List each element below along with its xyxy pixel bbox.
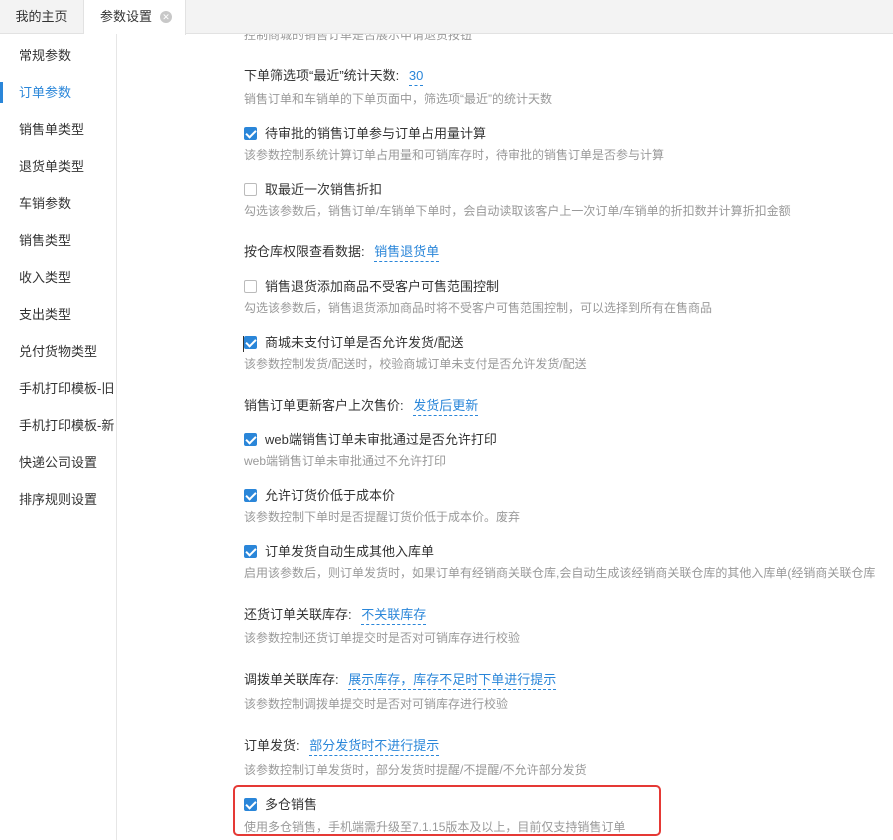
setting-description: 该参数控制发货/配送时，校验商城订单未支付是否允许发货/配送 <box>244 357 587 371</box>
setting-description: 销售订单和车销单的下单页面中，筛选项“最近”的统计天数 <box>244 92 552 106</box>
setting-label: 多仓销售 <box>265 797 318 812</box>
last-price-value[interactable]: 发货后更新 <box>413 398 479 416</box>
return-no-range-checkbox[interactable] <box>244 280 257 293</box>
setting-return-stock: 还货订单关联库存: 不关联库存 <box>244 604 427 625</box>
setting-transfer-stock: 调拨单关联库存: 展示库存，库存不足时下单进行提示 <box>244 669 557 690</box>
sidebar-item-order-params[interactable]: 订单参数 <box>0 74 116 111</box>
setting-label: 商城未支付订单是否允许发货/配送 <box>265 335 464 350</box>
setting-description: 使用多仓销售，手机端需升级至7.1.15版本及以上，目前仅支持销售订单 <box>244 820 626 834</box>
sidebar: 常规参数 订单参数 销售单类型 退货单类型 车销参数 销售类型 收入类型 支出类… <box>0 34 117 840</box>
return-stock-value[interactable]: 不关联库存 <box>361 607 427 625</box>
setting-description: 勾选该参数后，销售订单/车销单下单时，会自动读取该客户上一次订单/车销单的折扣数… <box>244 204 791 218</box>
setting-label: 待审批的销售订单参与订单占用量计算 <box>265 126 487 141</box>
setting-label: 订单发货自动生成其他入库单 <box>265 544 435 559</box>
order-ship-value[interactable]: 部分发货时不进行提示 <box>309 738 440 756</box>
setting-label: 允许订货价低于成本价 <box>265 488 396 503</box>
mall-unpaid-checkbox[interactable] <box>244 336 257 349</box>
multi-warehouse-checkbox[interactable] <box>244 798 257 811</box>
settings-panel: 控制商城的销售订单是否展示申请退货按钮 下单筛选项“最近”统计天数: 30 销售… <box>118 34 893 840</box>
setting-auto-inbound: 订单发货自动生成其他入库单 <box>244 541 434 560</box>
setting-description: 该参数控制订单发货时，部分发货时提醒/不提醒/不允许部分发货 <box>244 763 587 777</box>
setting-label: 订单发货: <box>244 738 300 753</box>
setting-label: 下单筛选项“最近”统计天数: <box>244 68 400 83</box>
pending-occupy-checkbox[interactable] <box>244 127 257 140</box>
setting-description: 该参数控制还货订单提交时是否对可销库存进行校验 <box>244 631 521 645</box>
setting-web-print: web端销售订单未审批通过是否允许打印 <box>244 429 497 448</box>
last-discount-checkbox[interactable] <box>244 183 257 196</box>
sidebar-item-general[interactable]: 常规参数 <box>0 37 116 74</box>
setting-label: 销售订单更新客户上次售价: <box>244 398 404 413</box>
sidebar-item-redeem-goods-type[interactable]: 兑付货物类型 <box>0 333 116 370</box>
tab-params-settings[interactable]: 参数设置 ✕ <box>84 0 186 35</box>
setting-warehouse-view: 按仓库权限查看数据: 销售退货单 <box>244 241 440 262</box>
setting-mall-unpaid: 商城未支付订单是否允许发货/配送 <box>244 332 464 351</box>
setting-label: 调拨单关联库存: <box>244 672 339 687</box>
sidebar-item-expense-type[interactable]: 支出类型 <box>0 296 116 333</box>
setting-label: 还货订单关联库存: <box>244 607 352 622</box>
sidebar-item-mobile-print-old[interactable]: 手机打印模板-旧 <box>0 370 116 407</box>
setting-return-no-range: 销售退货添加商品不受客户可售范围控制 <box>244 276 499 295</box>
setting-label: web端销售订单未审批通过是否允许打印 <box>265 432 497 447</box>
below-cost-checkbox[interactable] <box>244 489 257 502</box>
setting-description: 启用该参数后，则订单发货时，如果订单有经销商关联仓库,会自动生成该经销商关联仓库… <box>244 566 876 580</box>
tab-params-label: 参数设置 <box>100 9 153 24</box>
setting-below-cost: 允许订货价低于成本价 <box>244 485 395 504</box>
setting-description: 该参数控制调拨单提交时是否对可销库存进行校验 <box>244 697 509 711</box>
setting-label: 取最近一次销售折扣 <box>265 182 383 197</box>
auto-inbound-checkbox[interactable] <box>244 545 257 558</box>
tab-bar: 我的主页 参数设置 ✕ <box>0 0 893 35</box>
sidebar-item-income-type[interactable]: 收入类型 <box>0 259 116 296</box>
setting-multi-warehouse: 多仓销售 <box>244 794 317 813</box>
setting-description: web端销售订单未审批通过不允许打印 <box>244 454 447 468</box>
tab-home[interactable]: 我的主页 <box>0 0 84 34</box>
setting-description: 勾选该参数后，销售退货添加商品时将不受客户可售范围控制，可以选择到所有在售商品 <box>244 301 713 315</box>
setting-description: 控制商城的销售订单是否展示申请退货按钮 <box>244 34 473 42</box>
close-icon[interactable]: ✕ <box>160 11 172 23</box>
setting-description: 该参数控制系统计算订单占用量和可销库存时，待审批的销售订单是否参与计算 <box>244 148 665 162</box>
setting-pending-occupy: 待审批的销售订单参与订单占用量计算 <box>244 123 486 142</box>
sidebar-item-sort-rules[interactable]: 排序规则设置 <box>0 481 116 518</box>
setting-recent-days: 下单筛选项“最近”统计天数: 30 <box>244 65 424 86</box>
sidebar-item-sales-type[interactable]: 销售类型 <box>0 222 116 259</box>
setting-description: 该参数控制下单时是否提醒订货价低于成本价。废弃 <box>244 510 521 524</box>
text-cursor <box>243 336 244 352</box>
warehouse-view-value[interactable]: 销售退货单 <box>374 244 440 262</box>
setting-label: 销售退货添加商品不受客户可售范围控制 <box>265 279 500 294</box>
sidebar-item-return-order-type[interactable]: 退货单类型 <box>0 148 116 185</box>
recent-days-value[interactable]: 30 <box>408 68 424 86</box>
web-print-checkbox[interactable] <box>244 433 257 446</box>
sidebar-item-sales-order-type[interactable]: 销售单类型 <box>0 111 116 148</box>
setting-label: 按仓库权限查看数据: <box>244 244 365 259</box>
setting-order-ship: 订单发货: 部分发货时不进行提示 <box>244 735 440 756</box>
setting-last-price: 销售订单更新客户上次售价: 发货后更新 <box>244 395 479 416</box>
transfer-stock-value[interactable]: 展示库存，库存不足时下单进行提示 <box>348 672 557 690</box>
sidebar-item-courier-settings[interactable]: 快递公司设置 <box>0 444 116 481</box>
sidebar-item-mobile-print-new[interactable]: 手机打印模板-新 <box>0 407 116 444</box>
sidebar-item-van-sales-params[interactable]: 车销参数 <box>0 185 116 222</box>
setting-last-discount: 取最近一次销售折扣 <box>244 179 382 198</box>
